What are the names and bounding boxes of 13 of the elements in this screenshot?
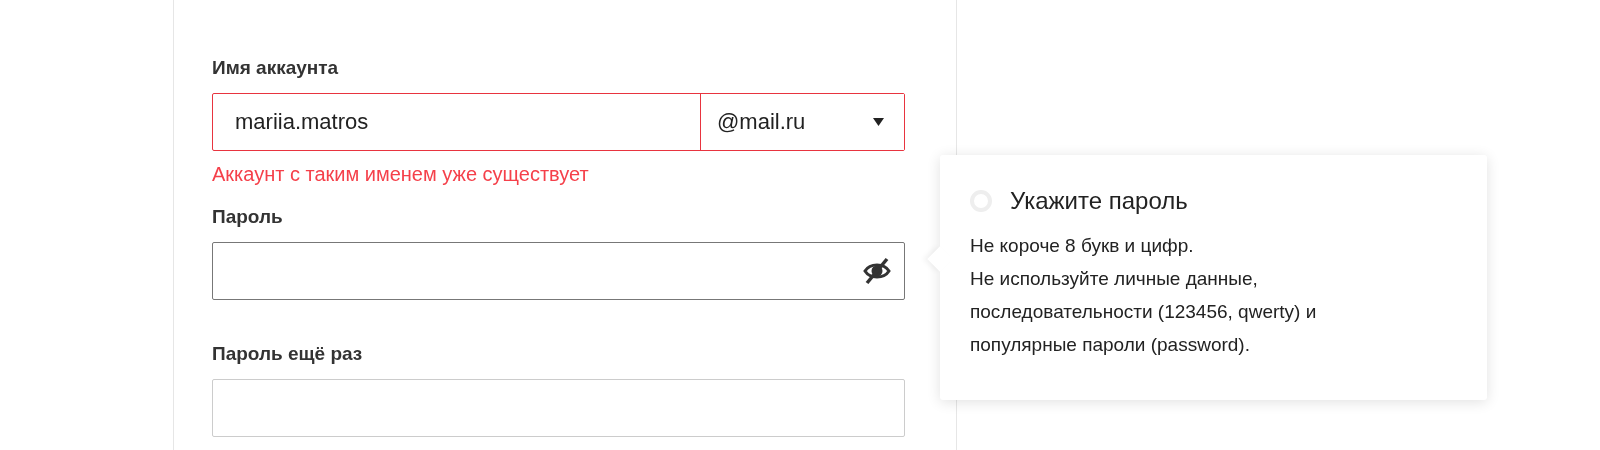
field-label: Имя аккаунта xyxy=(212,56,340,80)
field-label: Пароль xyxy=(212,205,284,229)
error-message: Аккаунт с таким именем уже существует xyxy=(212,162,590,187)
hint-text: Не короче 8 букв и цифр. xyxy=(970,234,1195,258)
eye-crossed-icon[interactable] xyxy=(862,256,892,286)
hint-text: Не используйте личные данные, последовательности (123456, qwerty) и популярные пароли (password). xyxy=(970,267,1318,357)
caret-icon xyxy=(873,118,884,126)
hint-title: Укажите пароль xyxy=(1010,187,1188,215)
field-label: Пароль ещё раз xyxy=(212,342,364,366)
domain-dropdown[interactable]: @mail.ru xyxy=(700,94,904,150)
password-field[interactable] xyxy=(212,242,905,300)
password-repeat-field[interactable] xyxy=(212,379,905,437)
username-field[interactable]: mariia.matros @mail.ru xyxy=(212,93,905,151)
